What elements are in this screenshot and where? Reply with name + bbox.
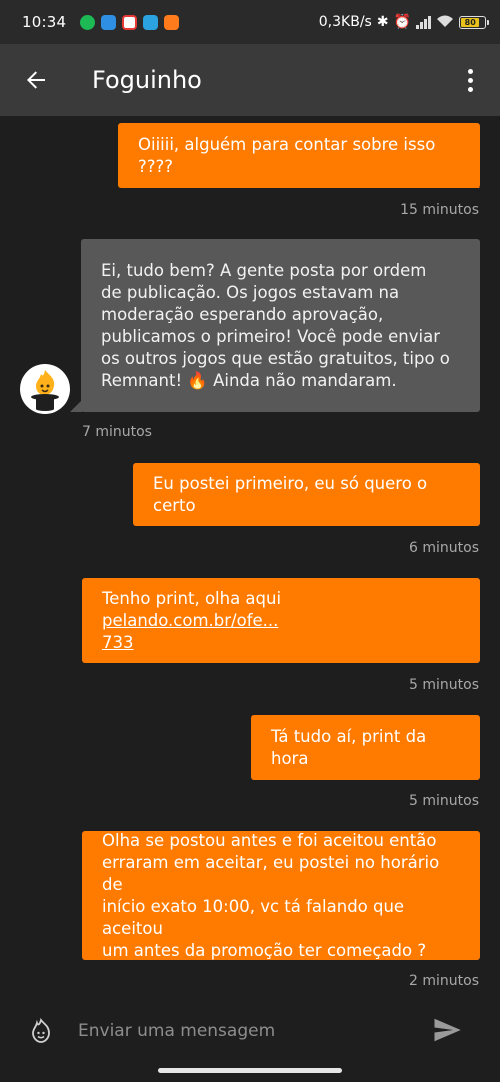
message-bubble-outgoing[interactable]: Olha se postou antes e foi aceitou então… — [82, 831, 480, 960]
message-bubble-incoming[interactable]: Ei, tudo bem? A gente posta por ordem de… — [81, 239, 480, 412]
send-button[interactable] — [432, 1015, 464, 1047]
message-time: 5 minutos — [409, 677, 479, 693]
message-time: 7 minutos — [82, 424, 152, 440]
chat-title: Foguinho — [92, 66, 202, 94]
app-icon — [164, 14, 180, 30]
message-text: Tá tudo aí, print da hora — [271, 726, 427, 768]
message-text: Ei, tudo bem? A gente posta por ordem de… — [101, 260, 450, 390]
back-button[interactable] — [16, 60, 56, 100]
more-vert-icon — [467, 68, 473, 74]
message-bubble-outgoing[interactable]: Tenho print, olha aqui pelando.com.br/of… — [82, 578, 480, 663]
avatar[interactable] — [20, 364, 70, 414]
fire-emoji-icon — [32, 1017, 50, 1043]
send-icon — [434, 1018, 461, 1042]
network-speed: 0,3KB/s — [318, 14, 372, 30]
alarm-icon: ⏰ — [393, 14, 411, 30]
message-text-prefix: Tenho print, olha aqui — [102, 588, 282, 608]
message-text: Eu postei primeiro, eu só quero o certo — [153, 473, 428, 515]
battery-level: 80 — [461, 17, 480, 27]
message-bubble-outgoing[interactable]: Oiiiii, alguém para contar sobre isso ??… — [118, 123, 480, 188]
telegram-icon — [143, 14, 159, 30]
messages-icon — [101, 14, 117, 30]
status-time: 10:34 — [22, 13, 67, 31]
wifi-icon — [436, 14, 454, 31]
status-bar: 10:34 0,3KB/s ✱ ⏰ 80 — [0, 0, 500, 44]
message-text: Tenho print, olha aqui pelando.com.br/of… — [102, 588, 460, 654]
message-input[interactable] — [76, 1012, 420, 1050]
message-link[interactable]: pelando.com.br/ofe... 733 — [102, 611, 278, 652]
spotify-icon — [80, 14, 96, 30]
emoji-button[interactable] — [28, 1017, 54, 1044]
status-left: 10:34 — [22, 13, 180, 31]
news-icon — [122, 14, 138, 30]
message-bubble-outgoing[interactable]: Tá tudo aí, print da hora — [251, 715, 480, 780]
more-options-button[interactable] — [458, 60, 482, 100]
status-right: 0,3KB/s ✱ ⏰ 80 — [318, 14, 489, 31]
home-indicator[interactable] — [158, 1068, 342, 1073]
message-time: 5 minutos — [409, 793, 479, 809]
app-bar: Foguinho — [0, 44, 500, 116]
message-text: Olha se postou antes e foi aceitou então… — [102, 830, 440, 960]
bubble-tail — [70, 400, 82, 412]
message-time: 15 minutos — [400, 202, 479, 218]
message-composer — [0, 1000, 500, 1062]
arrow-left-icon — [27, 71, 45, 89]
foguinho-mascot-icon — [31, 370, 59, 411]
bubble-tail — [468, 176, 480, 188]
signal-icon — [416, 15, 431, 29]
bluetooth-icon: ✱ — [376, 14, 389, 30]
battery-icon: 80 — [459, 15, 489, 29]
message-bubble-outgoing[interactable]: Eu postei primeiro, eu só quero o certo — [133, 463, 480, 526]
message-time: 2 minutos — [409, 973, 479, 989]
message-text: Oiiiii, alguém para contar sobre isso ??… — [138, 134, 436, 176]
message-time: 6 minutos — [409, 540, 479, 556]
